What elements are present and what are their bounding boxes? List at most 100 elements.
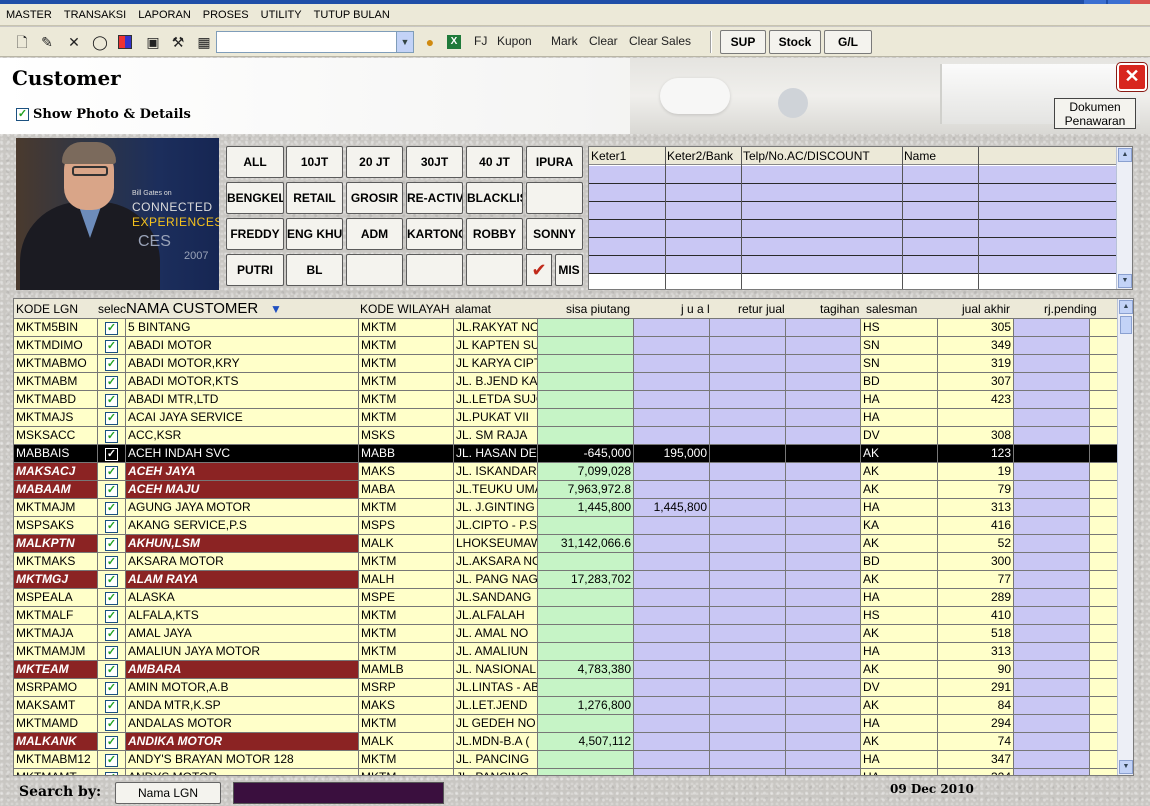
scroll-thumb[interactable] <box>1120 316 1132 334</box>
table-row[interactable]: MALKPTN ✓ AKHUN,LSMMALKLHOKSEUMAWE31,142,0… <box>14 535 1118 553</box>
select-cell[interactable]: ✓ <box>98 319 126 336</box>
table-row[interactable]: MSKSACC ✓ ACC,KSR MSKS JL. SM RAJA DV 308 <box>14 427 1118 445</box>
detail-row[interactable] <box>589 166 1117 184</box>
table-row[interactable]: MKTMAJS ✓ ACAI JAYA SERVICE MKTM JL.PUKAT VI… <box>14 409 1118 427</box>
excel-icon[interactable]: X <box>446 34 462 50</box>
show-photo-toggle[interactable]: ✓ Show Photo & Details <box>16 107 191 122</box>
select-cell[interactable]: ✓ <box>98 571 126 588</box>
checkbox-checked-icon[interactable]: ✓ <box>105 556 118 569</box>
calendar-icon[interactable]: ▦ <box>196 34 212 50</box>
stock-button[interactable]: Stock <box>769 30 821 54</box>
col-retur-jual[interactable]: retur jual <box>738 302 785 316</box>
detail-row[interactable] <box>589 184 1117 202</box>
select-cell[interactable]: ✓ <box>98 697 126 714</box>
menu-laporan[interactable]: LAPORAN <box>132 9 197 21</box>
checkbox-checked-icon[interactable]: ✓ <box>105 520 118 533</box>
col-jual-akhir[interactable]: jual akhir <box>962 302 1010 316</box>
edit-icon[interactable]: ✎ <box>39 34 55 50</box>
col-jual[interactable]: j u a l <box>681 302 710 316</box>
filter-button[interactable]: ADM <box>346 218 403 250</box>
checkbox-checked-icon[interactable]: ✓ <box>105 322 118 335</box>
scroll-up-icon[interactable]: ▲ <box>1119 300 1133 314</box>
filter-button[interactable]: 20 JT <box>346 146 403 178</box>
dokumen-penawaran-button[interactable]: Dokumen Penawaran <box>1054 98 1136 129</box>
scroll-down-icon[interactable]: ▼ <box>1119 760 1133 774</box>
find-icon[interactable]: ◯ <box>92 34 108 50</box>
mark-link[interactable]: Mark <box>551 34 578 48</box>
checkbox-checked-icon[interactable]: ✓ <box>105 772 118 775</box>
grid-scrollbar[interactable]: ▲ ▼ <box>1117 299 1133 775</box>
coin-icon[interactable]: ● <box>422 34 438 50</box>
table-row[interactable]: MALKANK ✓ ANDIKA MOTOR MALK JL.MDN-B.A (4,50… <box>14 733 1118 751</box>
tools-icon[interactable]: ⚒ <box>170 34 186 50</box>
colors-icon[interactable] <box>117 34 133 50</box>
col-kode-lgn[interactable]: KODE LGN <box>16 302 78 316</box>
clear-link[interactable]: Clear <box>589 34 618 48</box>
menu-utility[interactable]: UTILITY <box>255 9 308 21</box>
select-cell[interactable]: ✓ <box>98 751 126 768</box>
scroll-up-icon[interactable]: ▲ <box>1118 148 1132 162</box>
delete-icon[interactable]: ✕ <box>66 34 82 50</box>
select-cell[interactable]: ✓ <box>98 607 126 624</box>
checkbox-checked-icon[interactable]: ✓ <box>105 448 118 461</box>
table-row[interactable]: MABBAIS ✓ ACEH INDAH SVC MABB JL. HASAN DEN -… <box>14 445 1118 463</box>
menu-tutup-bulan[interactable]: TUTUP BULAN <box>308 9 396 21</box>
table-row[interactable]: MKTMALF ✓ ALFALA,KTS MKTM JL.ALFALAH HS 410 <box>14 607 1118 625</box>
filter-button[interactable]: 10JT <box>286 146 343 178</box>
gl-button[interactable]: G/L <box>824 30 872 54</box>
checklist-icon[interactable]: ✔ <box>526 254 552 286</box>
select-cell[interactable]: ✓ <box>98 535 126 552</box>
select-cell[interactable]: ✓ <box>98 409 126 426</box>
table-row[interactable]: MKTMAJA ✓ AMAL JAYA MKTM JL. AMAL NO AK 518 <box>14 625 1118 643</box>
checkbox-checked-icon[interactable]: ✓ <box>105 628 118 641</box>
checkbox-checked-icon[interactable]: ✓ <box>105 700 118 713</box>
checkbox-checked-icon[interactable]: ✓ <box>105 646 118 659</box>
checkbox-checked-icon[interactable]: ✓ <box>105 574 118 587</box>
filter-button[interactable]: ENG KHUN <box>286 218 343 250</box>
filter-button[interactable]: RE-ACTIV <box>406 182 463 214</box>
checkbox-checked-icon[interactable]: ✓ <box>105 376 118 389</box>
select-cell[interactable]: ✓ <box>98 661 126 678</box>
table-row[interactable]: MKTMABM12 ✓ ANDY'S BRAYAN MOTOR 128 MKTM JL.… <box>14 751 1118 769</box>
menu-proses[interactable]: PROSES <box>197 9 255 21</box>
select-cell[interactable]: ✓ <box>98 679 126 696</box>
filter-button[interactable]: FREDDY <box>226 218 284 250</box>
detail-scrollbar[interactable]: ▲ ▼ <box>1116 147 1132 289</box>
checkbox-checked-icon[interactable]: ✓ <box>105 340 118 353</box>
menu-transaksi[interactable]: TRANSAKSI <box>58 9 132 21</box>
clear-sales-link[interactable]: Clear Sales <box>629 34 691 48</box>
checkbox-checked-icon[interactable]: ✓ <box>105 394 118 407</box>
select-cell[interactable]: ✓ <box>98 553 126 570</box>
checkbox-checked-icon[interactable]: ✓ <box>105 358 118 371</box>
col-nama-customer[interactable]: NAMA CUSTOMER <box>126 300 258 317</box>
filter-button[interactable]: 40 JT <box>466 146 523 178</box>
checkbox-checked-icon[interactable]: ✓ <box>105 484 118 497</box>
col-select[interactable]: selec <box>98 302 126 316</box>
table-row[interactable]: MKTMAMD ✓ ANDALAS MOTOR MKTM JL GEDEH NO HA 29… <box>14 715 1118 733</box>
toolbar-combo[interactable]: ▼ <box>216 31 414 53</box>
filter-button[interactable]: RETAIL <box>286 182 343 214</box>
checkbox-checked-icon[interactable]: ✓ <box>105 412 118 425</box>
select-cell[interactable]: ✓ <box>98 499 126 516</box>
close-button[interactable]: ✕ <box>1117 63 1147 91</box>
col-alamat[interactable]: alamat <box>455 302 491 316</box>
filter-button[interactable]: BENGKEL <box>226 182 284 214</box>
table-row[interactable]: MKTEAM ✓ AMBARA MAMLB JL. NASIONAL 4,783,380 A… <box>14 661 1118 679</box>
checkbox-checked-icon[interactable]: ✓ <box>16 108 29 121</box>
scroll-down-icon[interactable]: ▼ <box>1118 274 1132 288</box>
filter-button[interactable] <box>526 182 583 214</box>
menu-master[interactable]: MASTER <box>0 9 58 21</box>
table-row[interactable]: MKTMAJM ✓ AGUNG JAYA MOTOR MKTM JL. J.GINTIN… <box>14 499 1118 517</box>
table-row[interactable]: MKTMABM ✓ ABADI MOTOR,KTS MKTM JL. B.JEND KA… <box>14 373 1118 391</box>
table-row[interactable]: MKTM5BIN ✓ 5 BINTANG MKTM JL.RAKYAT NO HS 305 <box>14 319 1118 337</box>
select-cell[interactable]: ✓ <box>98 769 126 775</box>
filter-button[interactable]: KARTONO <box>406 218 463 250</box>
filter-button[interactable]: ALL <box>226 146 284 178</box>
filter-button[interactable]: SONNY <box>526 218 583 250</box>
search-field-button[interactable]: Nama LGN <box>115 782 221 804</box>
select-cell[interactable]: ✓ <box>98 589 126 606</box>
table-row[interactable]: MSPSAKS ✓ AKANG SERVICE,P.S MSPS JL.CIPTO - … <box>14 517 1118 535</box>
checkbox-checked-icon[interactable]: ✓ <box>105 538 118 551</box>
table-row[interactable]: MABAAM ✓ ACEH MAJUMABAJL.TEUKU UMAR7,963,9… <box>14 481 1118 499</box>
table-row[interactable]: MSRPAMO ✓ AMIN MOTOR,A.B MSRP JL.LINTAS - AB… <box>14 679 1118 697</box>
